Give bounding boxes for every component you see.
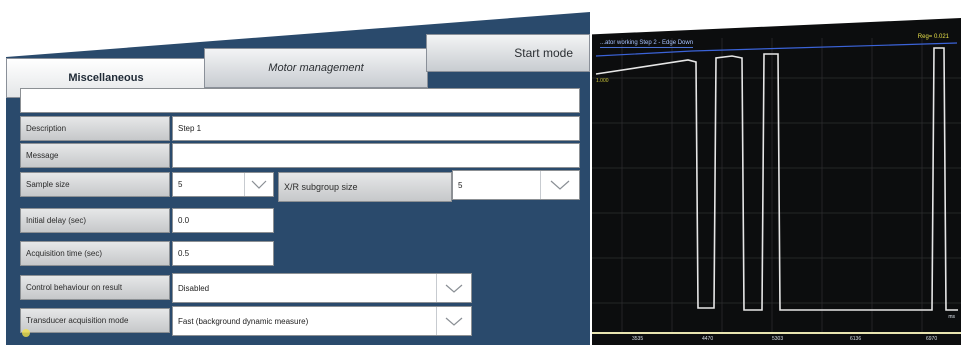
- xr-subgroup-value: 5: [458, 180, 463, 190]
- graph-panel: 1.000 ...ator working Step 2 - Edge Down…: [592, 18, 961, 345]
- tab-bar: Miscellaneous Motor management Start mod…: [6, 12, 590, 98]
- transducer-mode-select[interactable]: Fast (background dynamic measure): [172, 306, 472, 336]
- x-unit-label: ms: [948, 314, 955, 320]
- graph-canvas: 1.000: [592, 38, 961, 332]
- x-tick-label: 5303: [772, 336, 784, 342]
- transducer-mode-value: Fast (background dynamic measure): [178, 316, 309, 326]
- sample-size-select[interactable]: 5: [172, 172, 274, 197]
- chevron-down-icon[interactable]: [540, 171, 579, 199]
- initial-delay-input[interactable]: 0.0: [172, 208, 274, 233]
- control-behaviour-select[interactable]: Disabled: [172, 273, 472, 303]
- tab-motor-management[interactable]: Motor management: [204, 48, 428, 88]
- initial-delay-label: Initial delay (sec): [20, 208, 170, 233]
- cursor-highlight-icon: [22, 329, 30, 337]
- top-blank-field[interactable]: [20, 88, 580, 113]
- control-behaviour-value: Disabled: [178, 283, 210, 293]
- tab-start-mode[interactable]: Start mode: [426, 34, 590, 72]
- x-tick-label: 3535: [632, 336, 644, 342]
- sample-size-label: Sample size: [20, 172, 170, 197]
- x-tick-label: 6970: [926, 336, 938, 342]
- chevron-down-icon[interactable]: [244, 173, 273, 196]
- message-input[interactable]: [172, 143, 580, 168]
- signal-trace: [595, 47, 958, 311]
- sample-size-value: 5: [178, 180, 183, 189]
- description-input[interactable]: Step 1: [172, 116, 580, 141]
- transducer-mode-label: Transducer acquisition mode: [20, 308, 170, 333]
- x-tick-label: 4470: [702, 336, 714, 342]
- y-marker: 1.000: [596, 78, 609, 84]
- message-label: Message: [20, 143, 170, 168]
- control-behaviour-label: Control behaviour on result: [20, 275, 170, 300]
- x-tick-label: 6136: [850, 336, 862, 342]
- acquisition-time-input[interactable]: 0.5: [172, 241, 274, 266]
- settings-panel: Miscellaneous Motor management Start mod…: [6, 12, 590, 345]
- chevron-down-icon[interactable]: [436, 307, 471, 335]
- acquisition-time-label: Acquisition time (sec): [20, 241, 170, 266]
- x-axis: [592, 332, 961, 334]
- chevron-down-icon[interactable]: [436, 274, 471, 302]
- graph-title: ...ator working Step 2 - Edge Down: [600, 40, 694, 48]
- graph-readout: Reg= 0.021: [917, 34, 949, 40]
- xr-subgroup-label: X/R subgroup size: [278, 172, 452, 202]
- xr-subgroup-select[interactable]: 5: [452, 170, 580, 200]
- description-label: Description: [20, 116, 170, 141]
- graph-grid: [592, 38, 961, 332]
